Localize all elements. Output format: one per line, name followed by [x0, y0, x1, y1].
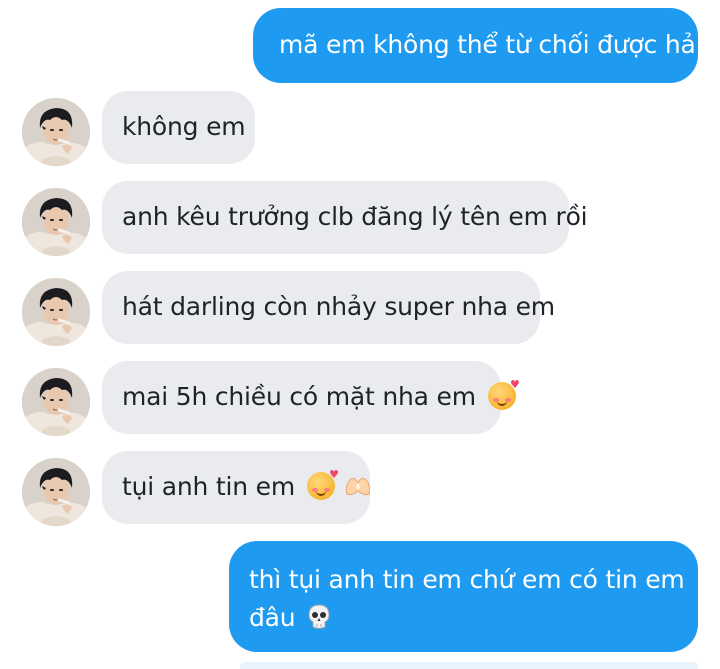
sender-avatar[interactable]	[22, 368, 90, 436]
sender-avatar[interactable]	[22, 188, 90, 256]
message-text-line-2-text: đâu	[249, 603, 296, 632]
sender-avatar[interactable]	[22, 278, 90, 346]
incoming-message-bubble[interactable]: hát darling còn nhảy super nha em	[102, 271, 555, 344]
smiling-face-with-hearts-icon: ♥	[306, 469, 339, 500]
incoming-message-bubble[interactable]: mai 5h chiều có mặt nha em ♥	[102, 361, 520, 434]
message-text: mai 5h chiều có mặt nha em	[122, 382, 476, 411]
message-text: tụi anh tin em	[122, 472, 295, 501]
chat-thread: mã em không thể từ chối được hả... không…	[0, 0, 720, 669]
sender-avatar[interactable]	[22, 458, 90, 526]
smiling-face-with-hearts-icon: ♥	[487, 379, 520, 410]
avatar-image	[22, 278, 90, 346]
outgoing-message-bubble[interactable]: mã em không thể từ chối được hả...	[253, 8, 719, 83]
avatar-image	[22, 368, 90, 436]
heart-hands-icon	[346, 478, 371, 496]
message-text: hát darling còn nhảy super nha em	[122, 292, 555, 321]
avatar-image	[22, 98, 90, 166]
incoming-message-bubble[interactable]: không em	[102, 91, 255, 164]
avatar-image	[22, 458, 90, 526]
outgoing-message-bubble[interactable]: thì tụi anh tin em chứ em có tin em đâu	[229, 541, 698, 652]
next-message-edge	[240, 662, 698, 669]
skull-icon	[308, 604, 330, 629]
sender-avatar[interactable]	[22, 98, 90, 166]
avatar-image	[22, 188, 90, 256]
incoming-message-bubble[interactable]: tụi anh tin em ♥	[102, 451, 371, 524]
message-text: không em	[122, 112, 246, 141]
message-text-line-1: thì tụi anh tin em chứ em có tin em	[249, 565, 685, 594]
message-text: mã em không thể từ chối được hả...	[279, 30, 719, 59]
incoming-message-bubble[interactable]: anh kêu trưởng clb đăng lý tên em rồi	[102, 181, 588, 254]
message-text-line-2: đâu	[249, 599, 698, 637]
message-text: anh kêu trưởng clb đăng lý tên em rồi	[122, 202, 588, 231]
